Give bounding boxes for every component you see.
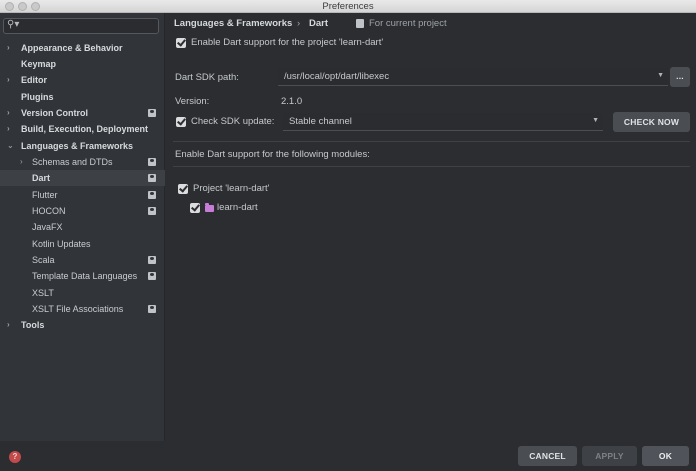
update-channel-value: Stable channel xyxy=(289,116,352,127)
sidebar-item-label: Plugins xyxy=(21,92,54,102)
help-icon[interactable]: ? xyxy=(9,451,21,463)
sidebar-item-template-data-languages[interactable]: Template Data Languages xyxy=(0,268,165,284)
sidebar-item-flutter[interactable]: Flutter xyxy=(0,187,165,203)
sidebar-item-label: Appearance & Behavior xyxy=(21,43,123,53)
search-icon[interactable]: ⚲▾ xyxy=(7,19,19,30)
sidebar-item-label: XSLT File Associations xyxy=(32,304,124,314)
enable-dart-label: Enable Dart support for the project 'lea… xyxy=(191,37,384,48)
breadcrumb-scope: For current project xyxy=(369,18,447,29)
sidebar-item-dart[interactable]: Dart xyxy=(0,170,165,186)
sidebar-item-label: Tools xyxy=(21,320,45,330)
sdk-path-field[interactable]: /usr/local/opt/dart/libexec ▼ xyxy=(278,68,668,86)
browse-sdk-button[interactable]: ... xyxy=(670,67,690,87)
chevron-right-icon[interactable]: › xyxy=(7,40,10,56)
chevron-right-icon[interactable]: › xyxy=(7,317,10,333)
project-scope-icon xyxy=(148,207,156,215)
cancel-button[interactable]: CANCEL xyxy=(518,446,577,466)
sidebar-item-keymap[interactable]: Keymap xyxy=(0,56,165,72)
breadcrumb-parent: Languages & Frameworks xyxy=(174,18,293,29)
sidebar-item-label: HOCON xyxy=(32,206,66,216)
sidebar-item-editor[interactable]: › Editor xyxy=(0,72,165,88)
project-scope-icon xyxy=(148,174,156,182)
sidebar-item-schemas-dtds[interactable]: › Schemas and DTDs xyxy=(0,154,165,170)
sidebar-item-label: Schemas and DTDs xyxy=(32,157,113,167)
sidebar-item-label: Version Control xyxy=(21,108,89,118)
window-title: Preferences xyxy=(322,1,374,12)
settings-sidebar: ⚲▾ › Appearance & Behavior Keymap › Edit… xyxy=(0,13,165,441)
chevron-down-icon[interactable]: ▼ xyxy=(592,117,599,124)
project-scope-icon xyxy=(148,158,156,166)
project-module-checkbox[interactable] xyxy=(178,184,188,194)
project-node-label: Project 'learn-dart' xyxy=(193,183,270,194)
sidebar-item-label: Build, Execution, Deployment xyxy=(21,124,149,134)
learn-dart-module-checkbox[interactable] xyxy=(190,203,200,213)
sidebar-item-label: JavaFX xyxy=(32,222,63,232)
sidebar-item-plugins[interactable]: Plugins xyxy=(0,89,165,105)
module-node-label: learn-dart xyxy=(217,202,258,213)
sidebar-item-xslt[interactable]: XSLT xyxy=(0,285,165,301)
chevron-right-icon[interactable]: › xyxy=(7,72,10,88)
sidebar-item-label: Dart xyxy=(32,173,51,183)
ok-button[interactable]: OK xyxy=(642,446,689,466)
enable-dart-checkbox[interactable] xyxy=(176,38,186,48)
sidebar-item-label: Scala xyxy=(32,255,55,265)
sidebar-item-label: Editor xyxy=(21,75,47,85)
breadcrumb-current: Dart xyxy=(309,18,329,29)
sidebar-item-build-execution-deployment[interactable]: › Build, Execution, Deployment xyxy=(0,121,165,137)
sidebar-item-kotlin-updates[interactable]: Kotlin Updates xyxy=(0,236,165,252)
check-sdk-update-checkbox[interactable] xyxy=(176,117,186,127)
sidebar-item-label: Template Data Languages xyxy=(32,271,138,281)
update-channel-select[interactable]: Stable channel ▼ xyxy=(283,113,603,131)
sdk-path-value: /usr/local/opt/dart/libexec xyxy=(284,71,390,82)
sidebar-item-label: Flutter xyxy=(32,190,58,200)
chevron-down-icon[interactable]: ▼ xyxy=(657,72,664,79)
sidebar-item-tools[interactable]: › Tools xyxy=(0,317,165,333)
sidebar-item-scala[interactable]: Scala xyxy=(0,252,165,268)
sidebar-item-label: Kotlin Updates xyxy=(32,239,91,249)
chevron-right-icon[interactable]: › xyxy=(7,105,10,121)
project-scope-icon xyxy=(148,305,156,313)
breadcrumb-separator: › xyxy=(297,18,301,29)
sidebar-item-label: XSLT xyxy=(32,288,54,298)
version-value: 2.1.0 xyxy=(281,96,303,107)
sidebar-item-label: Languages & Frameworks xyxy=(21,141,134,151)
sidebar-item-appearance-behavior[interactable]: › Appearance & Behavior xyxy=(0,40,165,56)
chevron-right-icon[interactable]: › xyxy=(7,121,10,137)
search-input[interactable] xyxy=(22,20,154,32)
module-folder-icon xyxy=(205,203,214,212)
section-divider xyxy=(173,166,690,167)
check-now-button[interactable]: CHECK NOW xyxy=(613,112,690,132)
sidebar-item-label: Keymap xyxy=(21,59,57,69)
project-scope-icon xyxy=(148,256,156,264)
project-scope-icon xyxy=(148,109,156,117)
sidebar-item-xslt-file-associations[interactable]: XSLT File Associations xyxy=(0,301,165,317)
modules-heading: Enable Dart support for the following mo… xyxy=(175,149,370,160)
project-scope-icon xyxy=(148,191,156,199)
sidebar-item-languages-frameworks[interactable]: ⌄ Languages & Frameworks xyxy=(0,138,165,154)
apply-button[interactable]: APPLY xyxy=(582,446,637,466)
chevron-down-icon[interactable]: ⌄ xyxy=(7,138,14,154)
chevron-right-icon[interactable]: › xyxy=(20,154,23,170)
section-divider xyxy=(173,141,690,142)
check-sdk-update-label: Check SDK update: xyxy=(191,116,275,127)
project-scope-icon xyxy=(148,272,156,280)
sidebar-item-hocon[interactable]: HOCON xyxy=(0,203,165,219)
title-bar: Preferences xyxy=(0,0,696,13)
project-scope-icon xyxy=(356,19,364,28)
settings-search[interactable]: ⚲▾ xyxy=(3,18,159,34)
sidebar-item-version-control[interactable]: › Version Control xyxy=(0,105,165,121)
sdk-path-label: Dart SDK path: xyxy=(175,72,239,83)
sidebar-item-javafx[interactable]: JavaFX xyxy=(0,219,165,235)
version-label: Version: xyxy=(175,96,210,107)
